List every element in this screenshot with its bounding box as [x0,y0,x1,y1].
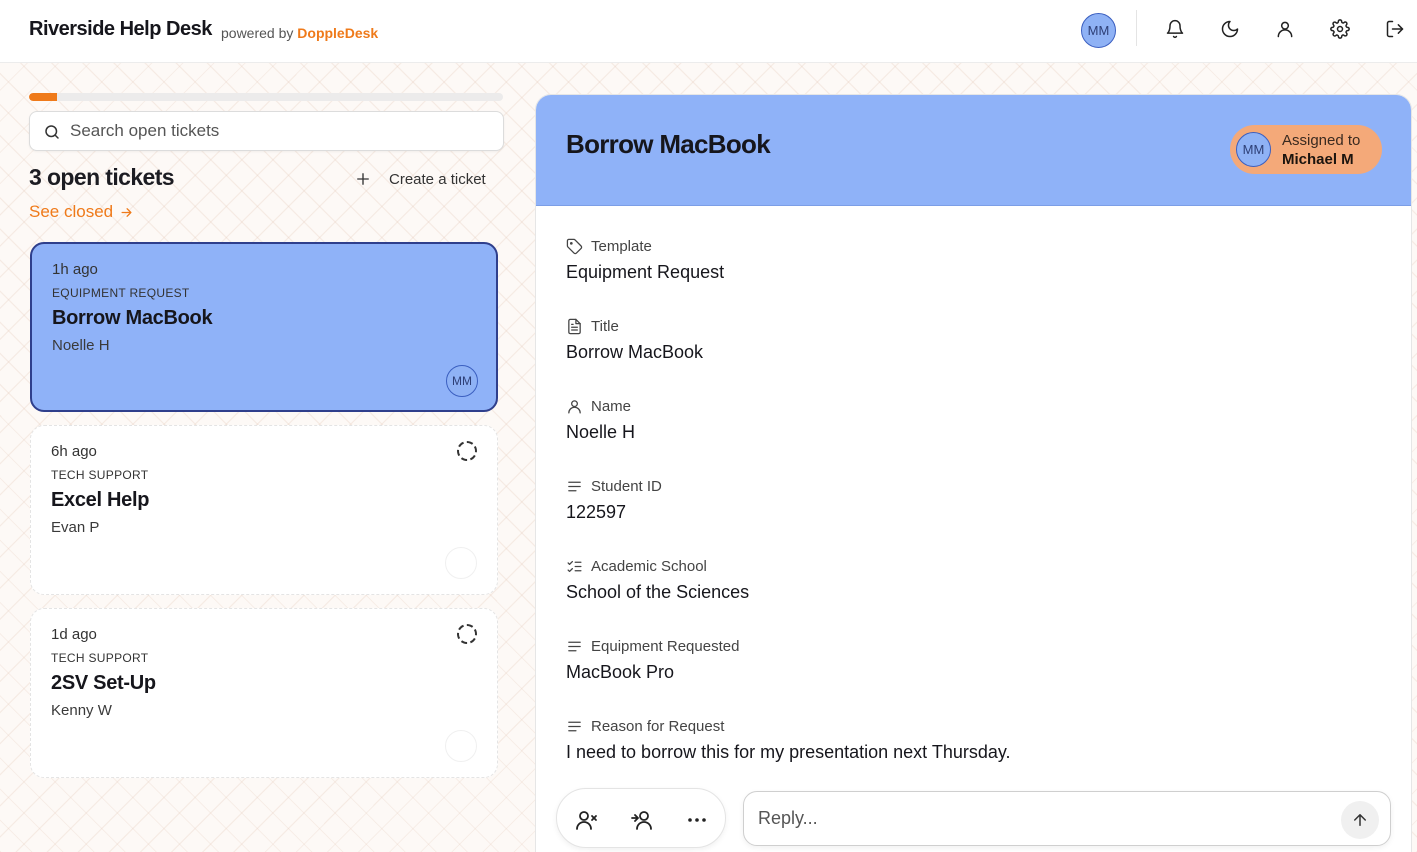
ticket-detail-panel: Borrow MacBook MM Assigned to Michael M … [535,94,1412,852]
ticket-requester: Noelle H [52,337,110,354]
ticket-card[interactable]: 1h ago Equipment Request Borrow MacBook … [30,242,498,412]
text-lines-icon [568,641,581,651]
open-tickets-count: 3 open tickets [29,164,175,190]
ticket-type: Tech Support [51,468,149,482]
powered-by: powered by DoppleDesk [221,25,378,41]
field-label: Student ID [591,477,662,495]
assigned-to-chip[interactable]: MM Assigned to Michael M [1230,125,1382,174]
assignee-name: Michael M [1282,151,1354,168]
ticket-card[interactable]: 1d ago Tech Support 2SV Set-Up Kenny W [30,608,498,778]
ticket-time: 1d ago [51,626,97,643]
ticket-time: 6h ago [51,443,97,460]
text-lines-icon [568,481,581,491]
user-avatar[interactable]: MM [1081,13,1116,48]
ticket-assignee-avatar[interactable]: MM [446,365,478,397]
unassigned-icon[interactable] [457,624,477,644]
more-icon[interactable] [684,807,710,833]
field-value: Borrow MacBook [566,342,704,362]
ticket-type: Equipment Request [52,286,190,300]
field-label: Equipment Requested [591,637,740,655]
field-label: Template [591,237,652,255]
field-label: Title [591,317,619,335]
ticket-detail-title: Borrow MacBook [566,129,771,159]
assigned-to-label: Assigned to [1282,132,1361,149]
ticket-title: 2SV Set-Up [51,672,156,694]
tag-icon [566,238,583,254]
field-student-id: Student ID 122597 [566,476,662,523]
arrow-right-icon [121,207,132,217]
field-label: Name [591,397,632,415]
header-divider [1136,10,1137,46]
field-value: 122597 [566,502,627,522]
reply-box [743,791,1391,846]
send-button[interactable] [1341,801,1379,839]
unassign-user-icon[interactable] [574,807,600,833]
moon-icon[interactable] [1219,18,1241,40]
field-title: Title Borrow MacBook [566,316,703,363]
gear-icon[interactable] [1329,18,1351,40]
see-closed-link[interactable]: See closed [29,202,134,222]
ticket-title: Excel Help [51,489,150,511]
progress-fill [29,93,58,101]
field-value: MacBook Pro [566,662,675,682]
powered-prefix: powered by [221,25,294,41]
ticket-requester: Kenny W [51,702,112,719]
field-academic-school: Academic School School of the Sciences [566,556,749,603]
logout-icon[interactable] [1384,18,1406,40]
field-label: Reason for Request [591,717,725,735]
ticket-actions-bar [556,788,726,848]
field-value: I need to borrow this for my presentatio… [566,742,1011,762]
ticket-title: Borrow MacBook [52,307,213,329]
field-reason: Reason for Request I need to borrow this… [566,716,1011,763]
user-icon[interactable] [1274,18,1296,40]
see-closed-label: See closed [29,202,114,221]
field-template: Template Equipment Request [566,236,724,283]
assignee-avatar: MM [1236,132,1271,167]
text-lines-icon [568,721,581,731]
user-icon [568,399,581,414]
field-name: Name Noelle H [566,396,635,443]
search-icon [45,125,59,139]
search-input[interactable] [70,112,490,150]
unassigned-icon[interactable] [457,441,477,461]
assign-user-icon[interactable] [629,807,655,833]
field-value: School of the Sciences [566,582,750,602]
search-box[interactable] [29,111,504,151]
app-title[interactable]: Riverside Help Desk [29,18,212,41]
field-value: Noelle H [566,422,636,442]
ticket-detail-header: Borrow MacBook MM Assigned to Michael M [536,95,1411,206]
document-icon [568,318,581,334]
ticket-avatar-placeholder [445,547,477,579]
plus-icon [357,173,369,185]
ticket-avatar-placeholder [445,730,477,762]
create-ticket-label: Create a ticket [389,170,486,188]
create-ticket-button[interactable]: Create a ticket [354,168,486,190]
ticket-requester: Evan P [51,519,100,536]
ticket-type: Tech Support [51,651,149,665]
arrow-up-icon [1354,814,1366,826]
field-equipment-requested: Equipment Requested MacBook Pro [566,636,739,683]
powered-brand[interactable]: DoppleDesk [297,25,378,41]
checklist-icon [567,560,582,572]
bell-icon[interactable] [1164,18,1186,40]
reply-input[interactable] [758,800,1318,836]
open-tickets-progress-bar [29,93,503,101]
field-label: Academic School [591,557,707,575]
ticket-time: 1h ago [52,261,98,278]
top-bar: Riverside Help Desk powered by DoppleDes… [0,0,1417,63]
ticket-card[interactable]: 6h ago Tech Support Excel Help Evan P [30,425,498,595]
field-value: Equipment Request [566,262,725,282]
